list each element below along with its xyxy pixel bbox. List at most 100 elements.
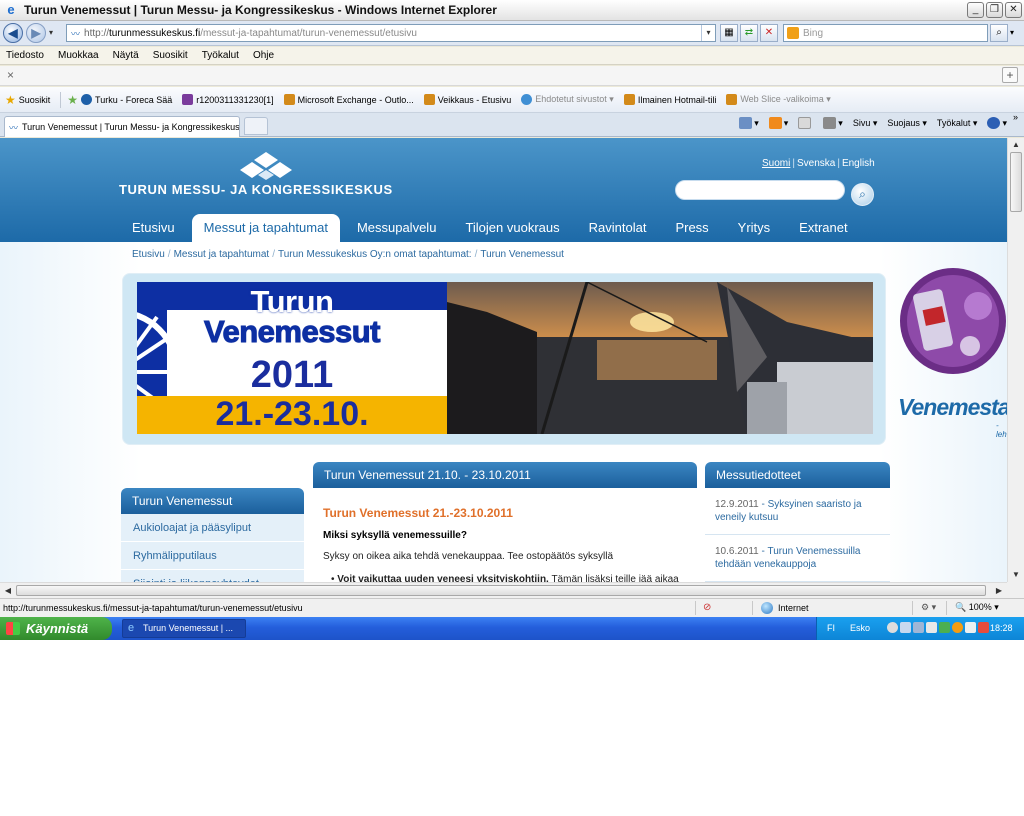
language-indicator[interactable]: FI	[827, 623, 835, 633]
update-icon[interactable]	[952, 622, 963, 633]
venemestari-ad[interactable]: Venemestari -lehti	[898, 388, 1024, 448]
address-dropdown-icon[interactable]: ▾	[701, 25, 715, 41]
favorite-item-5[interactable]: Ilmainen Hotmail-tili	[623, 94, 716, 105]
page-viewport: TURUN MESSU- JA KONGRESSIKESKUS Suomi | Sv…	[0, 138, 1024, 598]
status-divider	[695, 601, 696, 615]
home-button[interactable]: ▾	[739, 117, 759, 129]
content-header: Turun Venemessut 21.10. - 23.10.2011	[313, 462, 697, 488]
history-dropdown-icon[interactable]: ▾	[49, 28, 53, 37]
nav-etusivu[interactable]: Etusivu	[120, 214, 187, 242]
windows-flag-icon	[6, 622, 20, 635]
left-nav-item-opening-hours[interactable]: Aukioloajat ja pääsyliput	[121, 514, 304, 542]
nav-tilojen-vuokraus[interactable]: Tilojen vuokraus	[453, 214, 571, 242]
menu-file[interactable]: Tiedosto	[6, 50, 44, 61]
security-zone[interactable]: Internet	[761, 602, 809, 614]
nav-ravintolat[interactable]: Ravintolat	[577, 214, 659, 242]
favorite-item-2[interactable]: Microsoft Exchange - Outlo...	[283, 94, 414, 105]
lang-english[interactable]: English	[842, 158, 875, 169]
favorite-item-6[interactable]: Web Slice -valikoima ▾	[726, 94, 831, 105]
close-button[interactable]: ✕	[1005, 2, 1022, 18]
site-logo-text[interactable]: TURUN MESSU- JA KONGRESSIKESKUS	[119, 182, 393, 197]
breadcrumb-item[interactable]: Turun Messukeskus Oy:n omat tapahtumat:	[278, 249, 472, 260]
breadcrumb-item[interactable]: Etusivu	[132, 249, 165, 260]
search-input[interactable]: Bing	[783, 24, 988, 42]
tray-expand-icon[interactable]	[887, 622, 898, 633]
site-search-input[interactable]	[675, 180, 845, 200]
page-menu[interactable]: Sivu ▾	[853, 118, 878, 129]
news-item[interactable]: 12.9.2011 - Syksyinen saaristo ja veneil…	[705, 488, 890, 535]
favorite-label: Ehdotetut sivustot ▾	[535, 94, 614, 104]
mail-button[interactable]	[798, 117, 813, 129]
favorites-button[interactable]: Suosikit	[19, 95, 51, 105]
breadcrumb-item[interactable]: Messut ja tapahtumat	[174, 249, 270, 260]
vertical-scrollbar[interactable]: ▲ ▼	[1007, 138, 1024, 582]
hero-dates: 21.-23.10.	[215, 395, 369, 433]
refresh-icon[interactable]: ⇄	[740, 24, 758, 42]
search-go-icon[interactable]: ⌕	[990, 24, 1008, 42]
nav-yritys[interactable]: Yritys	[726, 214, 783, 242]
compatibility-view-icon[interactable]: ▦	[720, 24, 738, 42]
nav-extranet[interactable]: Extranet	[787, 214, 859, 242]
horizontal-scroll-thumb[interactable]	[16, 585, 986, 596]
lang-swedish[interactable]: Svenska	[797, 158, 835, 169]
safely-remove-icon[interactable]	[926, 622, 937, 633]
horizontal-scrollbar[interactable]: ◀ ▶	[0, 582, 1007, 598]
network-icon[interactable]	[900, 622, 911, 633]
nav-messupalvelu[interactable]: Messupalvelu	[345, 214, 449, 242]
zoom-level[interactable]: 🔍 100% ▾	[955, 602, 999, 613]
volume-icon[interactable]	[913, 622, 924, 633]
scroll-right-icon[interactable]: ▶	[993, 585, 1005, 597]
search-options-icon[interactable]: ▾	[1010, 28, 1014, 37]
maximize-button[interactable]: ❐	[986, 2, 1003, 18]
back-button[interactable]: ◀	[3, 23, 23, 43]
menu-view[interactable]: Näytä	[113, 50, 139, 61]
feeds-button[interactable]: ▾	[768, 117, 788, 129]
favorite-item-4[interactable]: Ehdotetut sivustot ▾	[521, 94, 614, 105]
antivirus-icon[interactable]	[939, 622, 950, 633]
more-commands[interactable]: »	[1013, 112, 1018, 122]
address-input[interactable]: 〰 http://turunmessukeskus.fi/messut-ja-t…	[66, 24, 716, 42]
help-button[interactable]: ▾	[987, 117, 1007, 129]
close-toolbar-icon[interactable]: ×	[7, 68, 14, 82]
nav-press[interactable]: Press	[663, 214, 720, 242]
favorite-item-1[interactable]: r1200311331230[1]	[182, 94, 274, 105]
user-label: Esko	[850, 623, 871, 633]
scroll-left-icon[interactable]: ◀	[2, 585, 14, 597]
left-nav-item-group-tickets[interactable]: Ryhmälipputilaus	[121, 542, 304, 570]
security-icon[interactable]	[978, 622, 989, 633]
taskbar-item-ie[interactable]: e Turun Venemessut | ...	[122, 619, 246, 638]
jenkki-chewing-gum-ad[interactable]	[898, 266, 1009, 376]
stop-icon[interactable]: ✕	[760, 24, 778, 42]
news-item[interactable]: 10.6.2011 - Turun Venemessuilla tehdään …	[705, 535, 890, 582]
new-tab-button[interactable]	[244, 117, 268, 135]
favorites-star-icon[interactable]: ★	[5, 93, 16, 107]
breadcrumb-separator: /	[474, 249, 478, 260]
safety-menu[interactable]: Suojaus ▾	[887, 118, 927, 129]
start-button[interactable]: Käynnistä	[0, 617, 112, 640]
menu-edit[interactable]: Muokkaa	[58, 50, 99, 61]
site-search-icon[interactable]: ⌕	[851, 183, 874, 206]
lang-finnish[interactable]: Suomi	[762, 158, 790, 169]
news-panel: 12.9.2011 - Syksyinen saaristo ja veneil…	[705, 488, 890, 582]
foreca-icon	[81, 94, 93, 105]
favorite-item-3[interactable]: Veikkaus - Etusivu	[423, 94, 511, 105]
nav-messut-ja-tapahtumat[interactable]: Messut ja tapahtumat	[191, 214, 340, 242]
favorite-item-0[interactable]: Turku - Foreca Sää	[81, 94, 172, 105]
menu-favorites[interactable]: Suosikit	[153, 50, 188, 61]
protected-mode-icon[interactable]: ⊘	[703, 602, 717, 614]
add-to-favorites-icon[interactable]: ★	[67, 93, 78, 107]
tab-active[interactable]: 〰 Turun Venemessut | Turun Messu- ja Kon…	[4, 116, 240, 137]
url-domain: turunmessukeskus.fi	[109, 27, 201, 39]
print-button[interactable]: ▾	[823, 117, 843, 129]
menu-help[interactable]: Ohje	[253, 50, 274, 61]
display-icon[interactable]	[965, 622, 976, 633]
scroll-up-icon[interactable]: ▲	[1010, 139, 1022, 151]
menu-tools[interactable]: Työkalut	[202, 50, 239, 61]
protected-mode-settings-icon[interactable]: ⚙ ▾	[921, 602, 936, 613]
forward-button[interactable]: ▶	[26, 23, 46, 43]
vertical-scroll-thumb[interactable]	[1010, 152, 1022, 212]
scroll-down-icon[interactable]: ▼	[1010, 569, 1022, 581]
minimize-button[interactable]: _	[967, 2, 984, 18]
add-icon[interactable]: +	[1002, 67, 1018, 83]
tools-menu[interactable]: Työkalut ▾	[937, 118, 978, 129]
